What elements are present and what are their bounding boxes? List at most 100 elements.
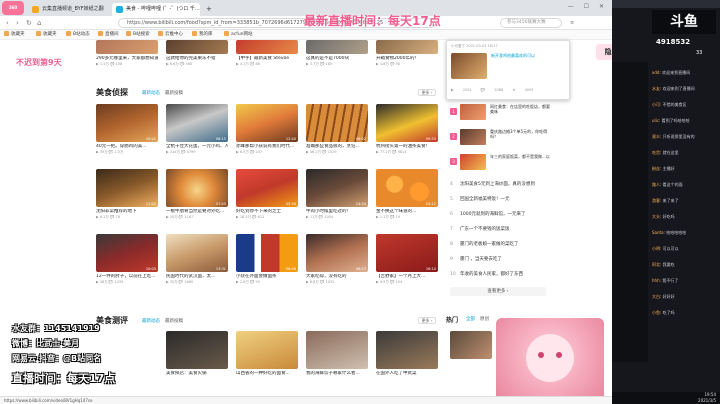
bookmark-item[interactable]: 收藏夹	[4, 31, 25, 39]
window-controls[interactable]: — ☐ ✕	[568, 3, 608, 10]
video-title[interactable]: 美食探店：美食火锅	[166, 371, 228, 377]
video-card[interactable]: 12:40 赤峰那帮小孩说有我们时代... ▶ 6.5万 💬 247	[236, 104, 298, 155]
video-thumbnail[interactable]	[450, 331, 492, 359]
ranking-item[interactable]: 1 网红美食：在店里的吃饭店，都要美味	[450, 104, 550, 120]
rank-title[interactable]: 重庆路边摊3个单5元的，你吃得吗？	[490, 129, 550, 139]
more-button[interactable]: 更多 ›	[418, 317, 436, 324]
video-thumbnail[interactable]	[236, 40, 298, 54]
video-thumbnail[interactable]: 08:27	[306, 234, 368, 272]
ranking-item[interactable]: 2 重庆路边摊3个单5元的，你吃得吗？	[450, 129, 550, 145]
video-title[interactable]: 山西省的一种好吃的面食...	[236, 371, 298, 377]
rank-thumbnail[interactable]	[460, 129, 486, 145]
video-thumbnail[interactable]: 04:12	[376, 169, 438, 207]
video-thumbnail[interactable]	[376, 331, 438, 369]
video-thumbnail[interactable]	[376, 40, 438, 54]
video-card[interactable]: 美食探店：美食火锅	[166, 331, 228, 377]
video-thumbnail[interactable]: 07:45	[166, 169, 228, 207]
tab-latest-uploads[interactable]: 最新投稿	[165, 90, 183, 96]
video-thumbnail[interactable]	[306, 331, 368, 369]
ranking-item[interactable]: 5 回国全新福美特饭！一元	[450, 196, 550, 205]
rank-title[interactable]: 网红美食：在店里的吃饭店，都要美味	[490, 104, 550, 114]
tab-1[interactable]: 云集直播频道_BYF妹纸之翻	[28, 3, 110, 16]
video-card[interactable]: 这真的是不是7000块 ▶ 3.7万 💬 185	[306, 40, 368, 67]
ranking-item[interactable]: 8 厦门的老板娘一家做的菜吃了	[450, 241, 550, 250]
video-card[interactable]: 05:58 好吃到停不下来的芝士 ▶ 18.5万 💬 612	[236, 169, 298, 220]
video-thumbnail[interactable]	[96, 40, 158, 54]
video-thumbnail[interactable]: 13:31	[166, 234, 228, 272]
video-title[interactable]: 我的海鲜饺子哪家什么者...	[306, 371, 368, 377]
tab-latest-activity[interactable]: 最新动态	[142, 318, 160, 324]
more-button[interactable]: 更多 ›	[418, 89, 436, 96]
video-title[interactable]: 在国外人吃了中式菜	[376, 371, 438, 377]
video-thumbnail[interactable]	[166, 40, 228, 54]
rank-thumbnail[interactable]	[460, 104, 486, 120]
video-card[interactable]: 09:33 杭州街头第一的油条美食！ ▶ 77.2万 💬 5814	[376, 104, 438, 155]
hot-tab-original[interactable]: 原创	[480, 316, 489, 322]
home-icon[interactable]: ⌂	[37, 18, 41, 28]
rank-title[interactable]: 年三的家庭饭菜，都不是我做...以	[490, 154, 550, 164]
video-thumbnail[interactable]: 16:10	[376, 234, 438, 272]
rank-thumbnail[interactable]	[460, 154, 486, 170]
ranking-item[interactable]: 9 厦门 ，当天要去吃了	[450, 256, 550, 265]
bookmark-item[interactable]: 收藏夹	[36, 31, 57, 39]
search-input[interactable]: 参与3456联赛大赛	[500, 18, 562, 28]
ranking-item[interactable]: 10 年收的美食人民家，都好了东西	[450, 271, 550, 280]
video-card[interactable]: 08:15 全杭十佳大花蛋，一元小鸡、人.. ▶ 144万 💬 4799	[166, 104, 228, 155]
video-card[interactable]: 14:20 牛肉小时候里吃过的！ ▶ 11万 💬 1004	[306, 169, 368, 220]
video-card[interactable]: 290多元哪里来，大家都想知道 ▶ 1.5万 💬 108	[96, 40, 158, 67]
video-card[interactable]: 在国外人吃了中式菜	[376, 331, 438, 377]
video-thumbnail[interactable]: 14:20	[306, 169, 368, 207]
video-thumbnail[interactable]	[236, 331, 298, 369]
hot-tab-all[interactable]: 全部	[466, 316, 475, 322]
back-icon[interactable]: ‹	[6, 18, 9, 28]
view-more-button[interactable]: 查看更多 ›	[450, 287, 546, 296]
ranking-item[interactable]: 7 广东一个不要钱的饭菜饭	[450, 226, 550, 235]
refresh-icon[interactable]: ↻	[26, 18, 32, 28]
video-thumbnail[interactable]: 10:21	[96, 104, 158, 142]
video-thumbnail[interactable]: 12:40	[236, 104, 298, 142]
video-card[interactable]: 13:31 民国时代的武汉面，太... ▶ 35万 💬 1660	[166, 234, 228, 285]
video-card[interactable]: 16:10 【吉野家】一个月上大... ▶ 9.9万 💬 104	[376, 234, 438, 285]
popup-text[interactable]: 新开我鸡他最喜欢的可以	[491, 53, 567, 58]
video-card[interactable]: 山西省的一种好吃的面食...	[236, 331, 298, 377]
video-card[interactable]: 11:02 沈阳非常推荐的地下 ▶ 6.1万 💬 76	[96, 169, 158, 220]
popup-thumbnail[interactable]	[451, 53, 487, 79]
video-thumbnail[interactable]	[306, 40, 368, 54]
video-card[interactable]: 这款给你的完美果冻不错 ▶ 6.6万 💬 360	[166, 40, 228, 67]
video-thumbnail[interactable]: 08:15	[166, 104, 228, 142]
ranking-item[interactable]: 6 1000元就到的海鲜馆，一元来了	[450, 211, 550, 220]
ranking-item[interactable]: 4 沈阳美食5元到上海炒面，真的没想到	[450, 181, 550, 190]
video-card[interactable]: 10:05 12一件的肘子，以前在上吃... ▶ 58万 💬 1439	[96, 234, 158, 285]
bookmark-item[interactable]: acfun网站	[224, 31, 253, 39]
video-thumbnail[interactable]: 06:02	[306, 104, 368, 142]
video-card[interactable]: 07:45 一根牛肋骨当然是要对外吃... ▶ 20万 💬 1167	[166, 169, 228, 220]
video-card[interactable]: 开箱食物2000年的！ ▶ 4.8万 💬 98	[376, 40, 438, 67]
video-card[interactable]: 04:12 金不换这个味道的... ▶ 1.1万 💬 19	[376, 169, 438, 220]
video-thumbnail[interactable]: 06:48	[236, 234, 298, 272]
video-card[interactable]: 我的海鲜饺子哪家什么者...	[306, 331, 368, 377]
menu-icon[interactable]: ≡	[570, 18, 574, 28]
bookmark-item[interactable]: 我的库	[192, 31, 213, 39]
tab-latest-activity[interactable]: 最新动态	[142, 90, 160, 96]
tab-2[interactable]: 美食 - 哔哩哔哩 (゜-゜)つロ 千...	[112, 3, 200, 16]
browser-logo[interactable]: 360	[2, 1, 24, 15]
bookmark-item[interactable]: 直播间	[98, 31, 119, 39]
video-card[interactable]: 10:21 40元一把。穿肠鸡的美... ▶ 59万 💬 2.5万	[96, 104, 158, 155]
video-thumbnail[interactable]	[166, 331, 228, 369]
video-thumbnail[interactable]: 11:02	[96, 169, 158, 207]
video-card[interactable]: 08:27 大家吃得，没有吃的 ▶ 8.8万 💬 1032	[306, 234, 368, 285]
video-card[interactable]: 【中字】最新美食 Stevoe ▶ 4.1万 💬 88	[236, 40, 298, 67]
bookmark-item[interactable]: 云推中心	[158, 31, 183, 39]
video-card[interactable]: 06:48 小伙在外面会做面条 ▶ 2.8万 💬 55	[236, 234, 298, 285]
video-card[interactable]: 06:02 准确那些食品很的，烹饪... ▶ 46.2万 💬 1529	[306, 104, 368, 155]
video-thumbnail[interactable]: 10:05	[96, 234, 158, 272]
bookmark-item[interactable]: B站动态	[66, 31, 90, 39]
bookmark-item[interactable]: B站搜索	[126, 31, 150, 39]
forward-icon[interactable]: ›	[16, 18, 19, 28]
video-thumbnail[interactable]: 05:58	[236, 169, 298, 207]
ranking-item[interactable]: 3 年三的家庭饭菜，都不是我做...以	[450, 154, 550, 170]
video-thumbnail[interactable]: 09:33	[376, 104, 438, 142]
rank-title: 广东一个不要钱的饭菜饭	[460, 227, 510, 232]
tab-latest-uploads[interactable]: 最新投稿	[165, 318, 183, 324]
new-tab-button[interactable]: +	[202, 3, 216, 16]
